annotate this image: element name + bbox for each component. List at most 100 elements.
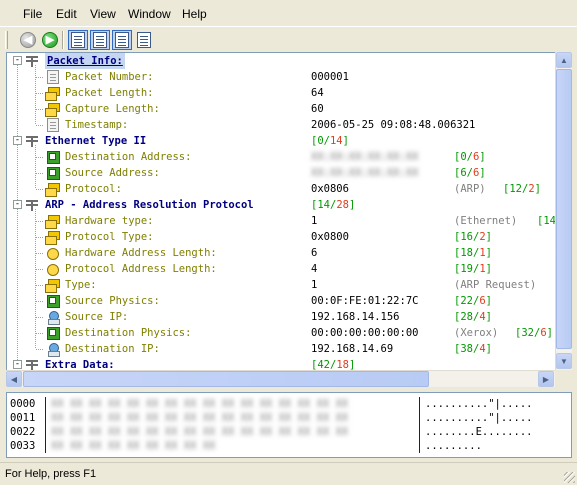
forward-button[interactable]: ▶	[40, 30, 60, 50]
section-packet-info[interactable]: - Packet Info:	[7, 53, 547, 69]
tree-row[interactable]: Source IP: 192.168.14.156 [28/4]	[7, 309, 547, 325]
document-icon	[47, 118, 59, 132]
field-label: Source Address:	[65, 167, 160, 179]
tree-row[interactable]: Source Physics: 00:0F:FE:01:22:7C [22/6]	[7, 293, 547, 309]
byte-range: [14/28]	[311, 199, 356, 211]
range-start: 0	[317, 135, 324, 147]
hex-bytes-redacted: XX XX XX XX XX XX XX XX XX XX XX XX XX X…	[51, 412, 349, 424]
packet-icon	[45, 278, 61, 293]
tree-row[interactable]: Packet Length: 64	[7, 85, 547, 101]
hex-dump-panel[interactable]: 0000 XX XX XX XX XX XX XX XX XX XX XX XX…	[6, 392, 572, 458]
range-length: 1	[479, 263, 486, 275]
packet-icon	[45, 102, 61, 117]
hex-offset: 0000	[10, 398, 36, 410]
tree-row[interactable]: Packet Number: 000001	[7, 69, 547, 85]
collapse-icon[interactable]: -	[13, 136, 22, 145]
menu-window[interactable]: Window	[128, 7, 171, 21]
scroll-left-button[interactable]: ◀	[6, 371, 22, 387]
collapse-icon[interactable]: -	[13, 200, 22, 209]
view-button-3[interactable]	[112, 30, 132, 50]
field-label: Source Physics:	[65, 295, 160, 307]
field-value: 0x0806	[311, 183, 349, 195]
field-value: 00:0F:FE:01:22:7C	[311, 295, 419, 307]
tree-connector	[36, 157, 44, 158]
scroll-right-button[interactable]: ▶	[538, 371, 554, 387]
field-label: Source IP:	[65, 311, 129, 323]
field-label: Type:	[65, 279, 97, 291]
tree-row[interactable]: Hardware type: 1 (Ethernet) [14	[7, 213, 556, 229]
range-start: 0	[460, 151, 467, 163]
tree-row[interactable]: Destination Address: XX:XX:XX:XX:XX:XX […	[7, 149, 547, 165]
menu-edit[interactable]: Edit	[56, 7, 77, 21]
tree-row[interactable]: Protocol Address Length: 4 [19/1]	[7, 261, 547, 277]
tree-row[interactable]: Destination IP: 192.168.14.69 [38/4]	[7, 341, 547, 357]
menu-view[interactable]: View	[90, 7, 116, 21]
status-text: For Help, press F1	[5, 468, 97, 480]
field-value: 192.168.14.156	[311, 311, 400, 323]
collapse-icon[interactable]: -	[13, 360, 22, 369]
document-icon	[93, 32, 107, 48]
field-value: 4	[311, 263, 318, 275]
hex-row[interactable]: 0022 XX XX XX XX XX XX XX XX XX XX XX XX…	[7, 426, 567, 440]
field-value: 64	[311, 87, 324, 99]
scroll-down-button[interactable]: ▼	[556, 353, 572, 369]
horizontal-scrollbar[interactable]: ◀ ▶	[6, 370, 555, 387]
tree-connector	[36, 269, 44, 270]
vertical-scrollbar[interactable]: ▲ ▼	[555, 52, 572, 370]
status-bar: For Help, press F1	[0, 462, 577, 485]
tree-row[interactable]: Hardware Address Length: 6 [18/1]	[7, 245, 547, 261]
tree-row[interactable]: Source Address: XX:XX:XX:XX:XX:XX [6/6]	[7, 165, 547, 181]
tree-row[interactable]: Protocol Type: 0x0800 [16/2]	[7, 229, 547, 245]
range-length: 2	[479, 231, 486, 243]
field-label: Packet Number:	[65, 71, 154, 83]
scrollbar-corner	[555, 370, 572, 387]
section-title: Packet Info:	[45, 53, 125, 69]
tree-row[interactable]: Destination Physics: 00:00:00:00:00:00 (…	[7, 325, 553, 341]
tree-connector	[36, 349, 44, 350]
byte-range: [32/6]	[515, 327, 553, 339]
byte-range: [19/1]	[454, 263, 492, 275]
tree-connector	[36, 221, 44, 222]
tree-row[interactable]: Type: 1 (ARP Request)	[7, 277, 547, 293]
tree-node-icon	[25, 198, 41, 212]
tree-connector	[36, 317, 44, 318]
resize-grip[interactable]	[564, 472, 575, 483]
packet-tree[interactable]: - Packet Info: Packet Number: 000001 Pac…	[6, 52, 572, 387]
range-length: 4	[479, 343, 486, 355]
collapse-icon[interactable]: -	[13, 56, 22, 65]
field-value-redacted: XX:XX:XX:XX:XX:XX	[311, 151, 419, 163]
range-length: 6	[540, 327, 547, 339]
vertical-scroll-thumb[interactable]	[556, 69, 572, 349]
field-label: Protocol Type:	[65, 231, 154, 243]
view-button-2[interactable]	[90, 30, 110, 50]
range-length: 28	[336, 199, 349, 211]
document-icon	[115, 32, 129, 48]
view-button-1[interactable]	[68, 30, 88, 50]
field-note: (Ethernet)	[454, 215, 518, 227]
hex-row[interactable]: 0033 XX XX XX XX XX XX XX XX XX ........…	[7, 440, 567, 454]
section-ethernet[interactable]: - Ethernet Type II [0/14]	[7, 133, 547, 149]
view-button-4[interactable]	[134, 30, 154, 50]
section-arp[interactable]: - ARP - Address Resolution Protocol [14/…	[7, 197, 547, 213]
field-label: Hardware Address Length:	[65, 247, 217, 259]
hex-row[interactable]: 0000 XX XX XX XX XX XX XX XX XX XX XX XX…	[7, 398, 567, 412]
menu-help[interactable]: Help	[182, 7, 207, 21]
toolbar: ◀ ▶	[0, 26, 577, 52]
field-value: 60	[311, 103, 324, 115]
back-button[interactable]: ◀	[18, 30, 38, 50]
tree-connector	[36, 237, 44, 238]
packet-icon	[45, 214, 61, 229]
tree-row[interactable]: Timestamp: 2006-05-25 09:08:48.006321	[7, 117, 547, 133]
menu-file[interactable]: File	[23, 7, 42, 21]
packet-icon	[45, 230, 61, 245]
toolbar-grip[interactable]	[5, 31, 8, 49]
tree-row[interactable]: Protocol: 0x0806 (ARP) [12/2]	[7, 181, 547, 197]
range-start: 16	[460, 231, 473, 243]
hex-row[interactable]: 0011 XX XX XX XX XX XX XX XX XX XX XX XX…	[7, 412, 567, 426]
packet-icon	[45, 86, 61, 101]
tree-connector	[36, 301, 44, 302]
horizontal-scroll-thumb[interactable]	[23, 371, 429, 387]
tree-row[interactable]: Capture Length: 60	[7, 101, 547, 117]
field-value: 2006-05-25 09:08:48.006321	[311, 119, 476, 131]
scroll-up-button[interactable]: ▲	[556, 52, 572, 68]
